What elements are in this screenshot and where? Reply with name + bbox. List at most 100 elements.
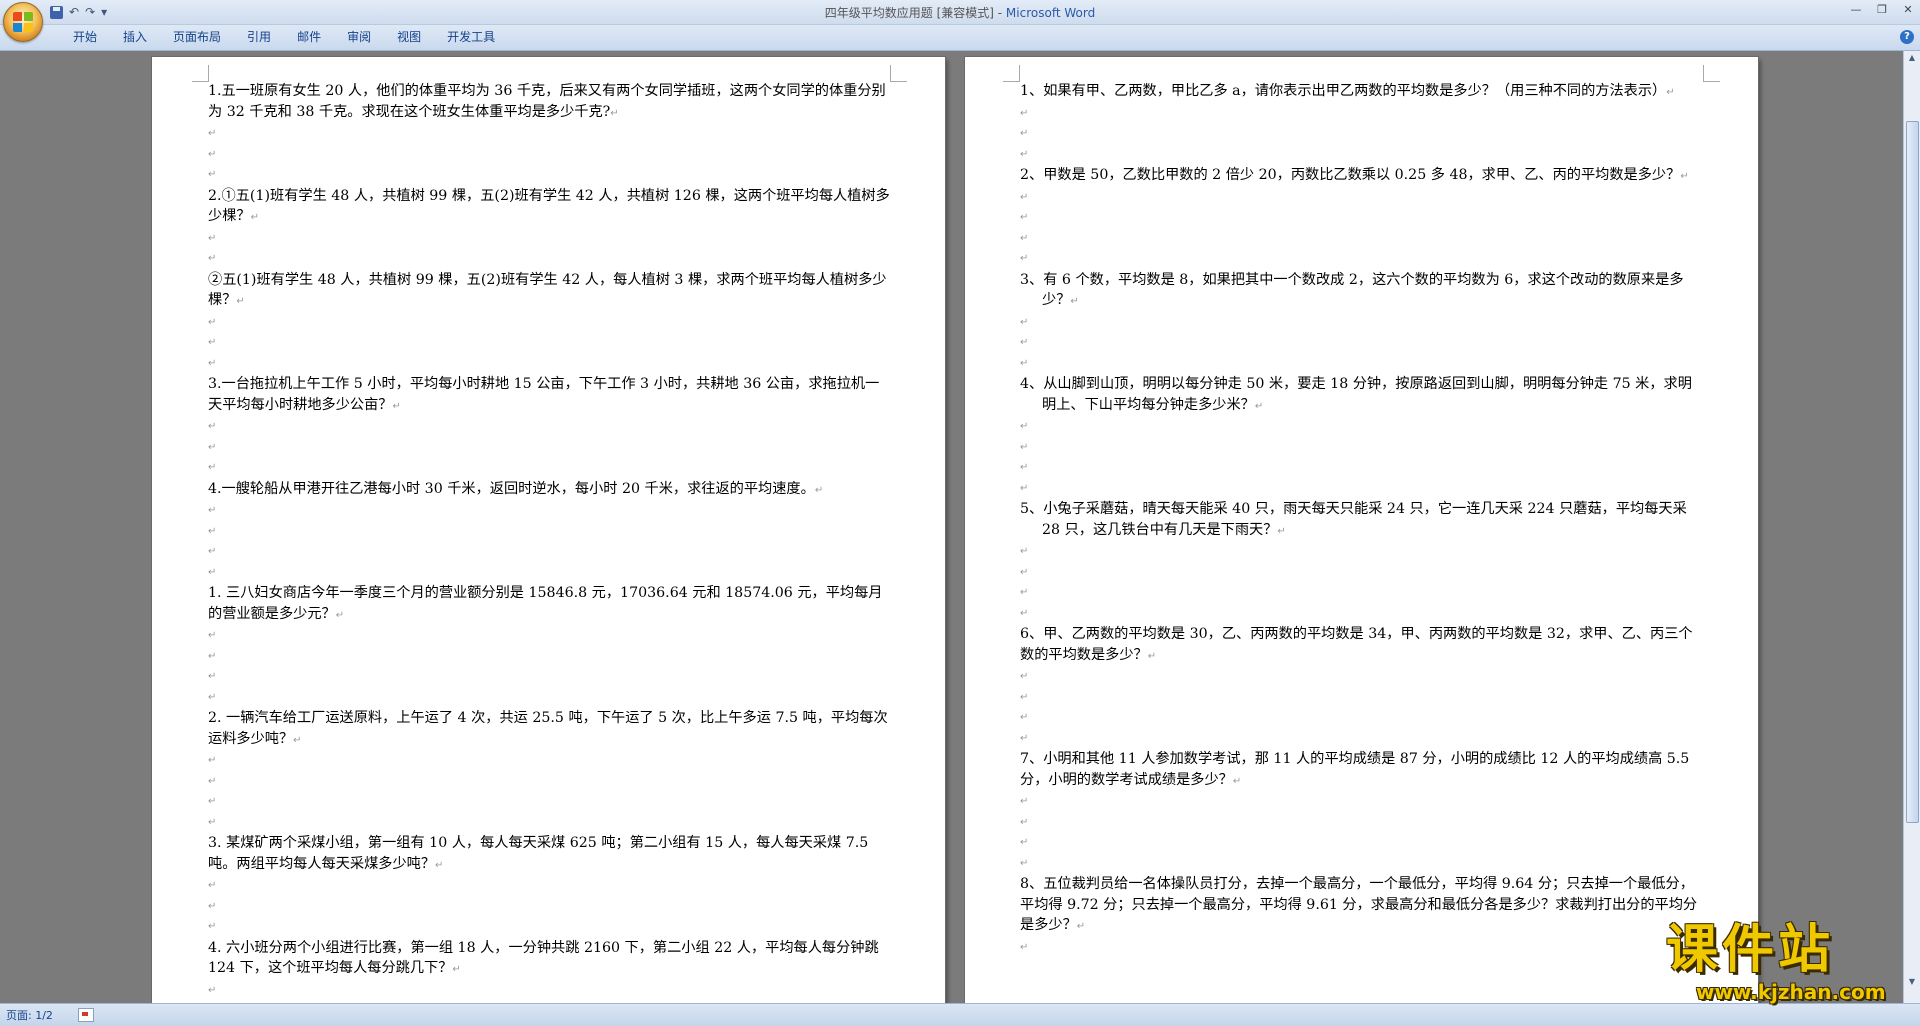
paragraph-text: ②五(1)班有学生 48 人，共植树 99 棵，五(2)班有学生 42 人，每人… <box>208 271 887 309</box>
tab-review[interactable]: 审阅 <box>334 29 384 46</box>
paragraph-mark: ↵ <box>1666 87 1675 98</box>
page-1[interactable]: 1.五一班原有女生 20 人，他们的体重平均为 36 千克，后来又有两个女同学插… <box>152 57 945 1003</box>
empty-paragraph-mark: ↵ <box>1020 191 1029 203</box>
tab-page-layout[interactable]: 页面布局 <box>160 29 234 46</box>
paragraph-mark: ↵ <box>1680 171 1689 182</box>
empty-paragraph-mark: ↵ <box>208 546 217 557</box>
empty-paragraph-mark: ↵ <box>1020 671 1029 682</box>
empty-paragraph-mark: ↵ <box>1020 837 1029 848</box>
paragraph: 5、小兔子采蘑菇，晴天每天能采 40 只，雨天每天只能采 24 只，它一连几天采… <box>1020 499 1702 542</box>
empty-paragraph-mark: ↵ <box>208 128 217 139</box>
empty-paragraph-mark: ↵ <box>1020 337 1029 348</box>
paragraph-mark: ↵ <box>814 484 824 496</box>
paragraph: 1、如果有甲、乙两数，甲比乙多 a，请你表示出甲乙两数的平均数是多少？（用三种不… <box>1020 81 1702 104</box>
paragraph-mark: ↵ <box>1232 775 1242 787</box>
office-button[interactable] <box>3 2 43 42</box>
tab-home[interactable]: 开始 <box>60 29 110 46</box>
empty-paragraph-mark: ↵ <box>1020 941 1029 953</box>
paragraph: 8、五位裁判员给一名体操队员打分，去掉一个最高分，一个最低分，平均得 9.64 … <box>1020 874 1702 938</box>
empty-paragraph-mark: ↵ <box>208 671 217 682</box>
paragraph-text: 1、如果有甲、乙两数，甲比乙多 a，请你表示出甲乙两数的平均数是多少？（用三种不… <box>1020 83 1667 99</box>
paragraph-text: 2.①五(1)班有学生 48 人，共植树 99 棵，五(2)班有学生 42 人，… <box>208 187 890 225</box>
paragraph-mark: ↵ <box>435 859 444 871</box>
site-watermark-logo: 课件站 www.kjzhan.com <box>1666 922 1900 1004</box>
tab-insert[interactable]: 插入 <box>110 29 160 46</box>
maximize-icon[interactable]: ❐ <box>1876 2 1888 18</box>
empty-paragraph-mark: ↵ <box>208 775 217 787</box>
margin-corner <box>890 65 907 82</box>
empty-paragraph-mark: ↵ <box>1020 587 1029 598</box>
paragraph-text: 1. 三八妇女商店今年一季度三个月的营业额分别是 15846.8 元，17036… <box>208 585 883 622</box>
paragraph-mark: ↵ <box>236 296 245 307</box>
status-bar: 页面: 1/2 <box>0 1003 1920 1026</box>
window-title: 四年级平均数应用题 [兼容模式] - Microsoft Word <box>0 4 1920 21</box>
page-2[interactable]: 1、如果有甲、乙两数，甲比乙多 a，请你表示出甲乙两数的平均数是多少？（用三种不… <box>965 57 1758 1003</box>
page-count[interactable]: 页面: 1/2 <box>6 1007 53 1023</box>
empty-paragraph-mark: ↵ <box>1020 732 1029 744</box>
paragraph-mark: ↵ <box>250 212 259 223</box>
paragraph-mark: ↵ <box>452 964 461 975</box>
scroll-thumb[interactable] <box>1906 121 1919 823</box>
paragraph-mark: ↵ <box>610 107 619 119</box>
empty-paragraph-mark: ↵ <box>208 921 217 932</box>
paragraph: 4. 六小班分两个小组进行比赛，第一组 18 人，一分钟共跳 2160 下，第二… <box>208 938 890 981</box>
help-icon[interactable]: ? <box>1900 30 1914 44</box>
empty-paragraph-mark: ↵ <box>1020 253 1029 264</box>
tab-view[interactable]: 视图 <box>384 29 434 46</box>
paragraph-text: 2、甲数是 50，乙数比甲数的 2 倍少 20，丙数比乙数乘以 0.25 多 4… <box>1020 167 1681 183</box>
empty-paragraph-mark: ↵ <box>208 880 217 891</box>
paragraph-text: 1.五一班原有女生 20 人，他们的体重平均为 36 千克，后来又有两个女同学插… <box>208 83 886 120</box>
tab-references[interactable]: 引用 <box>234 29 284 46</box>
document-title: 四年级平均数应用题 [兼容模式] - <box>824 6 1006 20</box>
paragraph: 7、小明和其他 11 人参加数学考试，那 11 人的平均成绩是 87 分，小明的… <box>1020 749 1702 792</box>
title-bar: ↶ ↷ ▾ 四年级平均数应用题 [兼容模式] - Microsoft Word … <box>0 0 1920 42</box>
empty-paragraph-mark: ↵ <box>1020 316 1029 328</box>
empty-paragraph-mark: ↵ <box>1020 232 1029 244</box>
paragraph: 2. 一辆汽车给工厂运送原料，上午运了 4 次，共运 25.5 吨，下午运了 5… <box>208 708 890 751</box>
margin-corner <box>1703 65 1720 82</box>
empty-paragraph-mark: ↵ <box>208 566 217 578</box>
paragraph-mark: ↵ <box>1076 921 1086 932</box>
document-area[interactable]: 1.五一班原有女生 20 人，他们的体重平均为 36 千克，后来又有两个女同学插… <box>0 51 1904 1003</box>
paragraph: 1. 三八妇女商店今年一季度三个月的营业额分别是 15846.8 元，17036… <box>208 583 890 626</box>
empty-paragraph-mark: ↵ <box>1020 566 1029 578</box>
empty-paragraph-mark: ↵ <box>208 816 217 828</box>
empty-paragraph-mark: ↵ <box>208 650 217 662</box>
empty-paragraph-mark: ↵ <box>208 691 217 703</box>
empty-paragraph-mark: ↵ <box>1020 796 1029 807</box>
minimize-icon[interactable]: — <box>1850 2 1862 18</box>
paragraph: 4.一艘轮船从甲港开往乙港每小时 30 千米，返回时逆水，每小时 20 千米，求… <box>208 479 890 502</box>
empty-paragraph-mark: ↵ <box>208 253 217 264</box>
empty-paragraph-mark: ↵ <box>208 796 217 807</box>
empty-paragraph-mark: ↵ <box>1020 857 1029 869</box>
paragraph: 3. 某煤矿两个采煤小组，第一组有 10 人，每人每天采煤 625 吨；第二小组… <box>208 833 890 876</box>
tab-developer[interactable]: 开发工具 <box>434 29 508 46</box>
scroll-up-icon[interactable]: ▲ <box>1904 51 1920 65</box>
page-2-content[interactable]: 1、如果有甲、乙两数，甲比乙多 a，请你表示出甲乙两数的平均数是多少？（用三种不… <box>1020 81 1702 958</box>
paragraph-text: 4、从山脚到山顶，明明以每分钟走 50 米，要走 18 分钟，按原路返回到山脚，… <box>1020 376 1692 413</box>
empty-paragraph-mark: ↵ <box>1020 462 1029 473</box>
close-icon[interactable]: ✕ <box>1902 2 1914 18</box>
empty-paragraph-mark: ↵ <box>208 505 217 516</box>
empty-paragraph-mark: ↵ <box>208 984 217 996</box>
scroll-down-icon[interactable]: ▼ <box>1904 975 1920 989</box>
office-logo-icon <box>13 12 33 32</box>
empty-paragraph-mark: ↵ <box>1020 212 1029 223</box>
empty-paragraph-mark: ↵ <box>1020 148 1029 160</box>
paragraph-text: 8、五位裁判员给一名体操队员打分，去掉一个最高分，一个最低分，平均得 9.64 … <box>1020 876 1698 933</box>
watermark-url: www.kjzhan.com <box>1696 980 1886 1004</box>
spelling-check-icon[interactable] <box>78 1008 94 1022</box>
window-controls: — ❐ ✕ <box>1850 2 1914 18</box>
paragraph-text: 6、甲、乙两数的平均数是 30，乙、丙两数的平均数是 34，甲、丙两数的平均数是… <box>1020 626 1693 663</box>
paragraph: 6、甲、乙两数的平均数是 30，乙、丙两数的平均数是 34，甲、丙两数的平均数是… <box>1020 624 1702 667</box>
app-name: Microsoft Word <box>1005 6 1096 20</box>
empty-paragraph-mark: ↵ <box>1020 482 1029 494</box>
paragraph-mark: ↵ <box>1277 525 1286 537</box>
paragraph-mark: ↵ <box>1147 650 1157 662</box>
empty-paragraph-mark: ↵ <box>208 441 217 453</box>
page-1-content[interactable]: 1.五一班原有女生 20 人，他们的体重平均为 36 千克，后来又有两个女同学插… <box>208 81 890 1003</box>
paragraph-text: 2. 一辆汽车给工厂运送原料，上午运了 4 次，共运 25.5 吨，下午运了 5… <box>208 710 888 747</box>
empty-paragraph-mark: ↵ <box>1020 128 1029 139</box>
vertical-scrollbar[interactable]: ▲ ▼ <box>1903 51 1920 1003</box>
tab-mailings[interactable]: 邮件 <box>284 29 334 46</box>
